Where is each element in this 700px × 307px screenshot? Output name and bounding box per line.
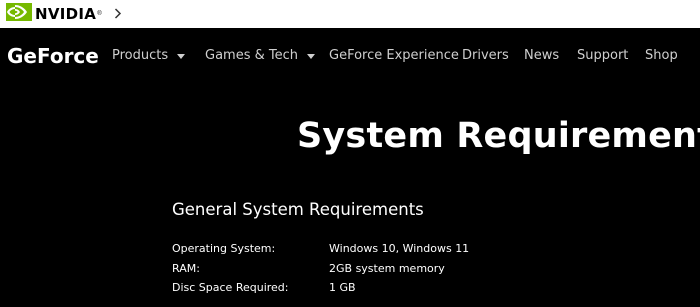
- nav-item-label: News: [524, 48, 560, 63]
- nav-item-shop[interactable]: Shop: [645, 48, 678, 63]
- nav-item-label: Drivers: [462, 48, 509, 63]
- nav-item-label: Support: [577, 48, 629, 63]
- nav-item-label: GeForce Experience: [329, 48, 459, 63]
- nav-item-drivers[interactable]: Drivers: [462, 48, 509, 63]
- nvidia-topbar: NVIDIA ®: [0, 0, 700, 28]
- nav-item-label: Shop: [645, 48, 678, 63]
- nav-item-support[interactable]: Support: [577, 48, 628, 63]
- requirement-value: Windows 10, Windows 11: [329, 242, 470, 255]
- nav-item-products[interactable]: Products: [112, 48, 186, 63]
- requirement-label: RAM:: [172, 262, 200, 275]
- caret-down-icon: [307, 54, 315, 59]
- registered-mark: ®: [97, 10, 102, 17]
- nvidia-logo[interactable]: NVIDIA ®: [6, 2, 102, 26]
- requirement-value: 1 GB: [329, 281, 356, 294]
- nav-item-news[interactable]: News: [524, 48, 559, 63]
- nvidia-wordmark: NVIDIA: [35, 5, 97, 23]
- geforce-brand-logo[interactable]: GeForce: [7, 44, 99, 68]
- chevron-right-icon[interactable]: [114, 7, 122, 21]
- requirement-value: 2GB system memory: [329, 262, 445, 275]
- nav-item-geforce-experience[interactable]: GeForce Experience: [329, 48, 459, 63]
- page-title: System Requirements: [297, 116, 700, 156]
- caret-down-icon: [177, 54, 186, 59]
- nav-item-games-tech[interactable]: Games & Tech: [205, 48, 315, 63]
- nvidia-eye-icon: [6, 2, 32, 26]
- requirement-label: Disc Space Required:: [172, 281, 289, 294]
- geforce-navbar: GeForce Products Games & Tech GeForce Ex…: [0, 28, 700, 84]
- nav-item-label: Games & Tech: [205, 48, 298, 63]
- requirement-label: Operating System:: [172, 242, 276, 255]
- nav-item-label: Products: [112, 48, 169, 63]
- section-title: General System Requirements: [172, 200, 424, 219]
